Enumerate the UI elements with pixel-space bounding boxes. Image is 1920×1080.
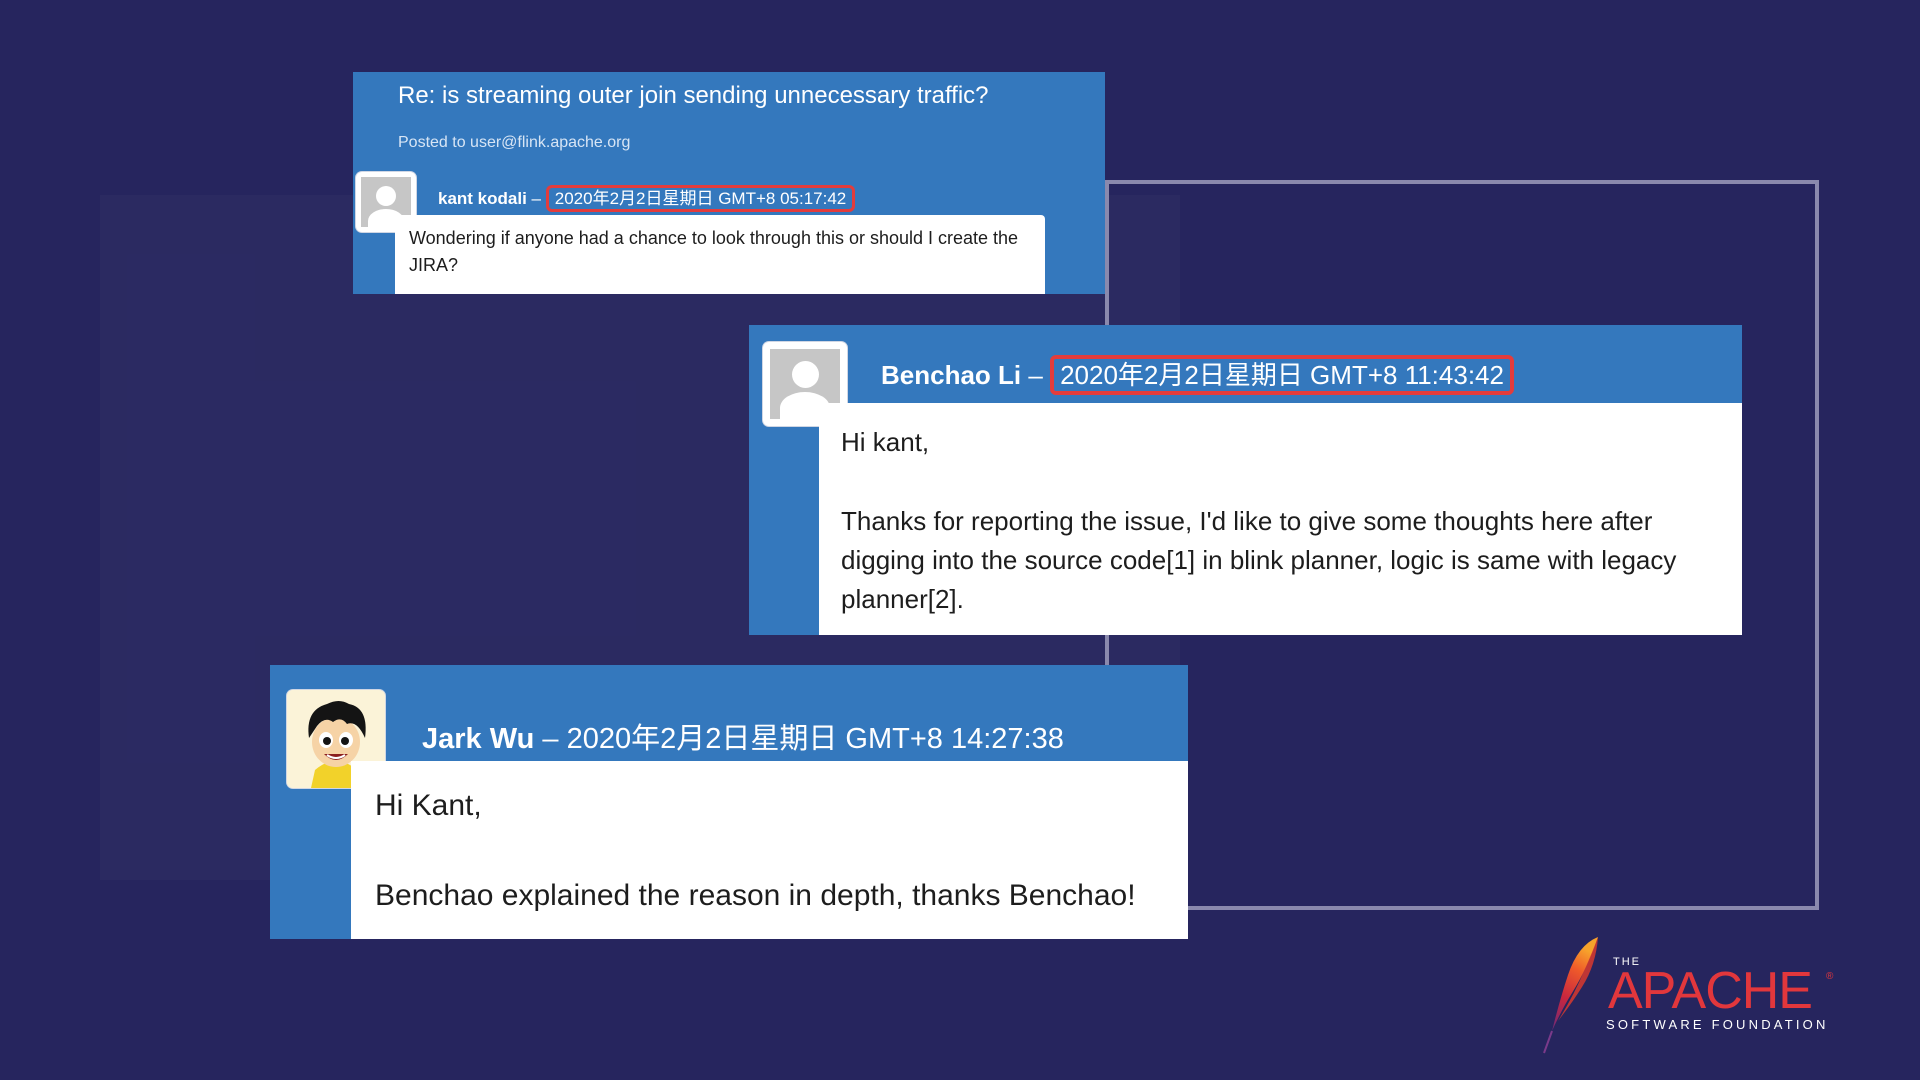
author-name[interactable]: Benchao Li (881, 360, 1021, 390)
timestamp-highlighted: 2020年2月2日星期日 GMT+8 05:17:42 (545, 185, 856, 212)
message-header: kant kodali – 2020年2月2日星期日 GMT+8 05:17:4… (438, 184, 856, 212)
message-body: Hi Kant, Benchao explained the reason in… (351, 761, 1188, 939)
message-body: Wondering if anyone had a chance to look… (395, 215, 1045, 294)
logo-apache: APACHE (1608, 962, 1813, 1020)
apache-logo: THE APACHE ® SOFTWARE FOUNDATION (1538, 935, 1838, 1055)
message-card-benchao: Benchao Li – 2020年2月2日星期日 GMT+8 11:43:42… (749, 325, 1742, 635)
timestamp: 2020年2月2日星期日 GMT+8 14:27:38 (566, 723, 1064, 755)
message-card-kant: Re: is streaming outer join sending unne… (353, 72, 1105, 294)
separator: – (531, 189, 542, 208)
timestamp-highlighted: 2020年2月2日星期日 GMT+8 11:43:42 (1050, 355, 1514, 395)
separator: – (542, 723, 559, 755)
logo-subtitle: SOFTWARE FOUNDATION (1606, 1017, 1829, 1032)
message-header: Benchao Li – 2020年2月2日星期日 GMT+8 11:43:42 (881, 355, 1514, 395)
message-text: Thanks for reporting the issue, I'd like… (841, 506, 1677, 614)
logo-registered: ® (1826, 971, 1834, 982)
message-header: Jark Wu – 2020年2月2日星期日 GMT+8 14:27:38 (422, 715, 1064, 757)
feather-icon (1543, 937, 1598, 1054)
message-card-jark: Jark Wu – 2020年2月2日星期日 GMT+8 14:27:38 Hi… (270, 665, 1188, 939)
message-greeting: Hi Kant, (375, 789, 482, 822)
author-name[interactable]: Jark Wu (422, 723, 534, 755)
author-name[interactable]: kant kodali (438, 189, 527, 208)
separator: – (1028, 360, 1043, 390)
message-greeting: Hi kant, (841, 427, 930, 457)
posted-to-label: Posted to user@flink.apache.org (398, 134, 631, 151)
message-text: Benchao explained the reason in depth, t… (375, 879, 1136, 912)
message-body: Hi kant, Thanks for reporting the issue,… (819, 403, 1742, 635)
message-text: Wondering if anyone had a chance to look… (409, 228, 1019, 275)
thread-title[interactable]: Re: is streaming outer join sending unne… (398, 82, 989, 110)
